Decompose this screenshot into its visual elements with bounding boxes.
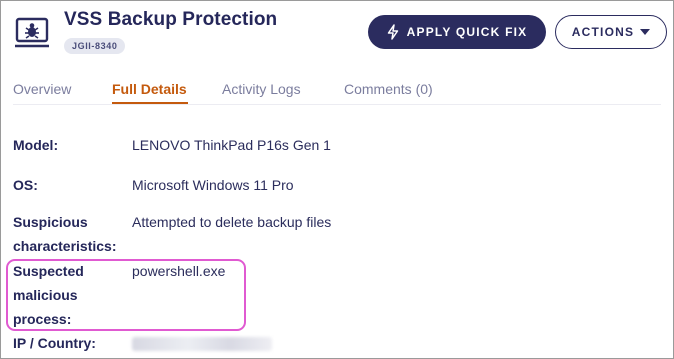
os-value: Microsoft Windows 11 Pro: [132, 177, 294, 193]
suspicious-label-line-2: characteristics:: [13, 238, 117, 254]
os-label: OS:: [13, 177, 38, 193]
model-value: LENOVO ThinkPad P16s Gen 1: [132, 137, 331, 153]
laptop-bug-icon: [15, 15, 49, 49]
tab-full-details[interactable]: Full Details: [112, 81, 187, 97]
actions-dropdown-button[interactable]: ACTIONS: [555, 15, 667, 49]
ip-country-label: IP / Country:: [13, 335, 96, 351]
ticket-id-badge: JGII-8340: [64, 38, 126, 54]
process-highlight-box: [6, 259, 246, 331]
apply-quick-fix-label: APPLY QUICK FIX: [406, 25, 528, 39]
actions-label: ACTIONS: [571, 25, 635, 39]
redacted-ip-value: [132, 337, 272, 351]
alert-detail-panel: VSS Backup Protection JGII-8340 APPLY QU…: [0, 0, 674, 359]
model-label: Model:: [13, 137, 59, 153]
lightning-icon: [387, 24, 399, 40]
caret-down-icon: [640, 29, 651, 35]
suspicious-label-line-1: Suspicious: [13, 214, 88, 230]
tab-overview[interactable]: Overview: [13, 81, 71, 97]
page-title: VSS Backup Protection: [64, 9, 278, 30]
tab-activity-logs[interactable]: Activity Logs: [222, 81, 301, 97]
apply-quick-fix-button[interactable]: APPLY QUICK FIX: [368, 15, 546, 49]
suspicious-value: Attempted to delete backup files: [132, 214, 332, 230]
tab-divider: [13, 104, 661, 105]
tab-comments[interactable]: Comments (0): [344, 81, 433, 97]
